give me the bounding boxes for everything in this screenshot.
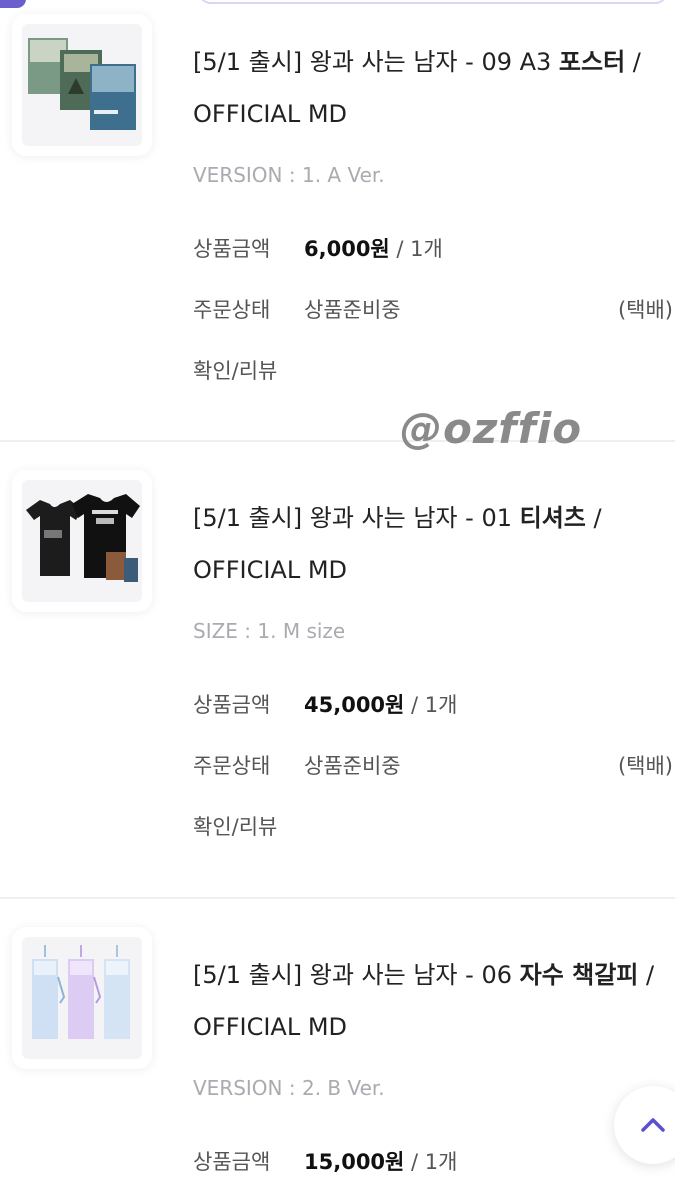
product-option: VERSION : 2. B Ver. bbox=[193, 1076, 385, 1100]
poster-thumbnail bbox=[22, 24, 142, 146]
shipping-method: (택배) bbox=[617, 754, 673, 778]
status-value: 상품준비중 bbox=[304, 754, 401, 778]
price-label: 상품금액 bbox=[193, 693, 271, 717]
quantity: / 1개 bbox=[404, 693, 458, 717]
price-value: 15,000원 bbox=[304, 1150, 405, 1174]
price-row: 상품금액 15,000원 / 1개 bbox=[193, 1146, 673, 1176]
price-value: 6,000원 bbox=[304, 237, 390, 261]
price-row: 상품금액 45,000원 / 1개 bbox=[193, 689, 673, 719]
status-label: 주문상태 bbox=[193, 298, 271, 322]
bookmark-thumbnail bbox=[22, 937, 142, 1059]
quantity: / 1개 bbox=[389, 237, 443, 261]
status-row: 주문상태 상품준비중 (택배) bbox=[193, 750, 673, 780]
product-thumbnail-card[interactable] bbox=[12, 14, 152, 156]
product-title[interactable]: [5/1 출시] 왕과 사는 남자 - 01 티셔츠 / OFFICIAL MD bbox=[193, 492, 663, 596]
product-thumbnail-card[interactable] bbox=[12, 927, 152, 1069]
order-item: [5/1 출시] 왕과 사는 남자 - 01 티셔츠 / OFFICIAL MD… bbox=[0, 442, 675, 897]
price-label: 상품금액 bbox=[193, 1150, 271, 1174]
price-row: 상품금액 6,000원 / 1개 bbox=[193, 233, 673, 263]
status-label: 주문상태 bbox=[193, 754, 271, 778]
tshirt-thumbnail bbox=[22, 480, 142, 602]
chevron-up-icon bbox=[641, 1118, 665, 1132]
order-item: [5/1 출시] 왕과 사는 남자 - 09 A3 포스터 / OFFICIAL… bbox=[0, 0, 675, 440]
quantity: / 1개 bbox=[404, 1150, 458, 1174]
status-value: 상품준비중 bbox=[304, 298, 401, 322]
order-detail-page: [5/1 출시] 왕과 사는 남자 - 09 A3 포스터 / OFFICIAL… bbox=[0, 0, 675, 1200]
product-option: VERSION : 1. A Ver. bbox=[193, 163, 385, 187]
order-item: [5/1 출시] 왕과 사는 남자 - 06 자수 책갈피 / OFFICIAL… bbox=[0, 899, 675, 1200]
product-title[interactable]: [5/1 출시] 왕과 사는 남자 - 06 자수 책갈피 / OFFICIAL… bbox=[193, 949, 663, 1053]
shipping-method: (택배) bbox=[617, 298, 673, 322]
watermark: @ozffio bbox=[400, 404, 583, 453]
status-row: 주문상태 상품준비중 (택배) bbox=[193, 294, 673, 324]
price-value: 45,000원 bbox=[304, 693, 405, 717]
review-link[interactable]: 확인/리뷰 bbox=[193, 811, 277, 841]
product-thumbnail-card[interactable] bbox=[12, 470, 152, 612]
price-label: 상품금액 bbox=[193, 237, 271, 261]
review-link[interactable]: 확인/리뷰 bbox=[193, 355, 277, 385]
product-title[interactable]: [5/1 출시] 왕과 사는 남자 - 09 A3 포스터 / OFFICIAL… bbox=[193, 36, 663, 140]
product-option: SIZE : 1. M size bbox=[193, 619, 346, 643]
